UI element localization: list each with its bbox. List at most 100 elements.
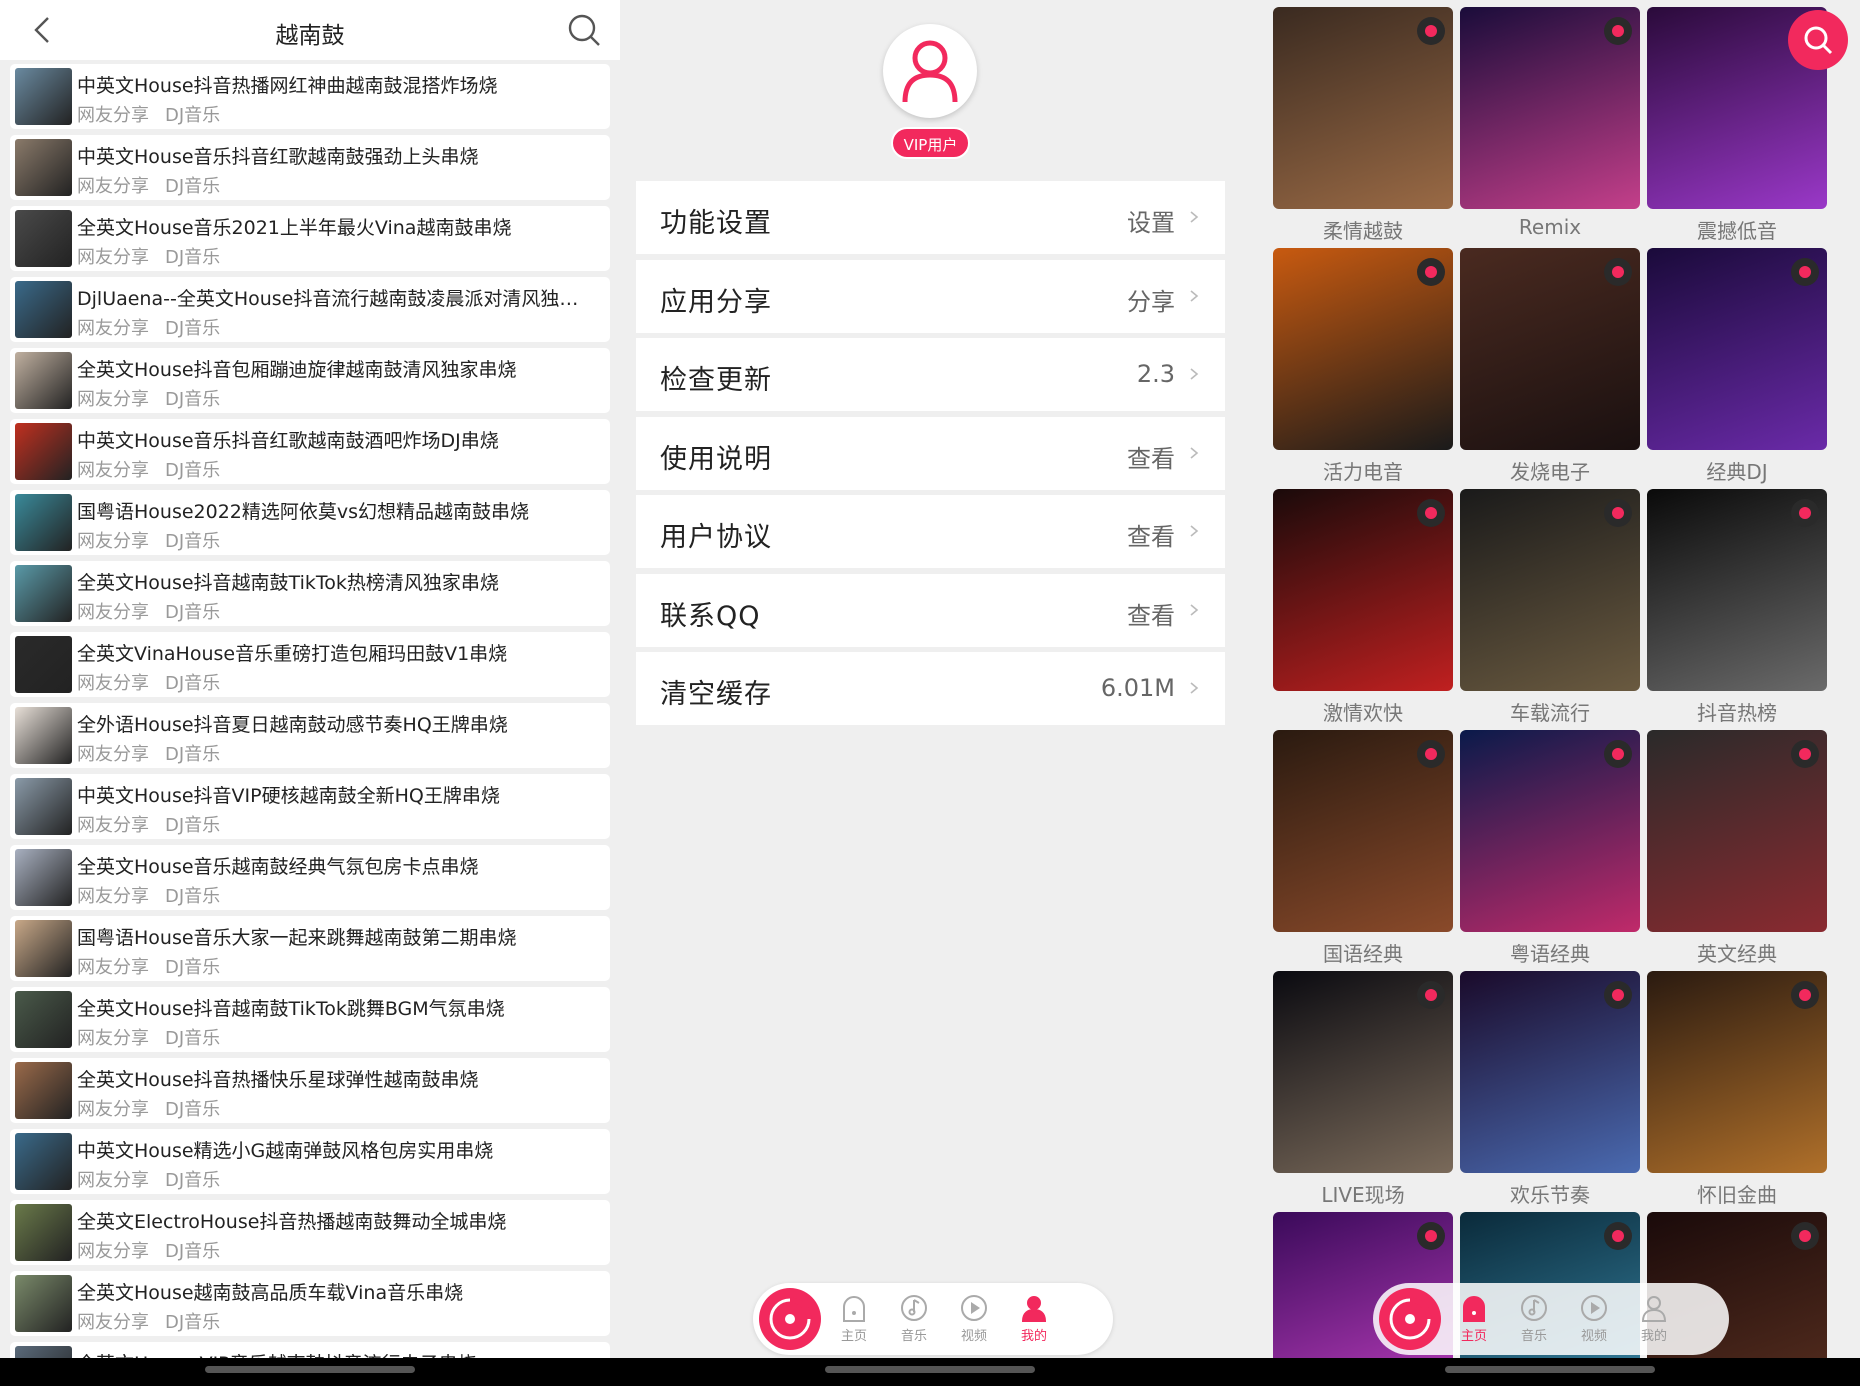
category-label: 柔情越鼓: [1323, 219, 1403, 243]
category-tile[interactable]: 欢乐节奏: [1460, 971, 1640, 1208]
floating-search-button[interactable]: [1788, 10, 1848, 70]
track-genre: DJ音乐: [165, 105, 221, 126]
track-title: 全英文House抖音包厢蹦迪旋律越南鼓清风独家串烧: [77, 359, 517, 381]
home-indicator: [1445, 1366, 1655, 1373]
track-thumbnail: [15, 352, 72, 409]
nav-item[interactable]: 主页: [829, 1293, 879, 1344]
nav-item[interactable]: 视频: [1569, 1293, 1619, 1344]
track-thumbnail: [15, 139, 72, 196]
category-tile[interactable]: Remix: [1460, 7, 1640, 239]
track-row[interactable]: 全英文ElectroHouse抖音热播越南鼓舞动全城串烧 网友分享 DJ音乐: [10, 1200, 610, 1265]
track-row[interactable]: 中英文House音乐抖音红歌越南鼓酒吧炸场DJ串烧 网友分享 DJ音乐: [10, 419, 610, 484]
bottom-nav: 主页 音乐 视频 我的: [1373, 1283, 1729, 1355]
search-icon: [1804, 26, 1833, 55]
track-row[interactable]: 中英文House精选小G越南弹鼓风格包房实用串烧网友分享 DJ音乐: [10, 1129, 610, 1194]
track-row[interactable]: 中英文House抖音VIP硬核越南鼓全新HQ王牌串烧 网友分享 DJ音乐: [10, 774, 610, 839]
track-row[interactable]: 全英文House抖音越南鼓TikTok热榜清风独家串烧 网友分享 DJ音乐: [10, 561, 610, 626]
category-cover: [1273, 7, 1453, 209]
menu-item[interactable]: 检查更新 2.3: [636, 338, 1225, 411]
track-title: 中英文House音乐抖音红歌越南鼓酒吧炸场DJ串烧: [77, 430, 499, 452]
menu-item-label: 联系QQ: [660, 600, 761, 632]
menu-item[interactable]: 联系QQ 查看: [636, 573, 1225, 647]
nav-item-label: 音乐: [900, 1329, 927, 1344]
track-row[interactable]: 全英文House越南鼓高品质车载Vina音乐串烧 网友分享 DJ音乐: [10, 1271, 610, 1336]
track-title: 中英文House精选小G越南弹鼓风格包房实用串烧: [77, 1140, 494, 1162]
track-title: 全英文House音乐越南鼓经典气氛包房卡点串烧: [77, 856, 479, 878]
category-tile[interactable]: 粤语经典: [1460, 730, 1640, 967]
category-label: 激情欢快: [1323, 701, 1403, 725]
track-row[interactable]: DjlUaena--全英文House抖音流行越南鼓凌晨派对清风独家串烧 网友分享 D…: [10, 277, 610, 342]
track-meta: 网友分享 DJ音乐: [77, 1166, 220, 1192]
track-thumbnail: [15, 494, 72, 551]
track-title: 全英文House VIP音乐越南鼓抖音流行电子串烧: [77, 1349, 596, 1358]
track-row[interactable]: 中英文House音乐抖音红歌越南鼓强劲上头串烧 网友分享 DJ音乐: [10, 135, 610, 200]
play-disc-button[interactable]: [759, 1288, 821, 1350]
record-icon: [1417, 740, 1445, 768]
category-tile[interactable]: 抖音热榜: [1647, 489, 1827, 726]
search-icon[interactable]: [566, 12, 602, 48]
menu-item-value: 分享: [1127, 287, 1175, 316]
track-row[interactable]: 全英文House抖音热播快乐星球弹性越南鼓串烧 网友分享 DJ音乐: [10, 1058, 610, 1123]
nav-item[interactable]: 我的: [1009, 1293, 1059, 1344]
category-tile[interactable]: LIVE现场: [1273, 971, 1453, 1208]
category-tile[interactable]: 激情欢快: [1273, 489, 1453, 726]
nav-item[interactable]: 音乐: [889, 1293, 939, 1344]
category-tile[interactable]: 柔情越鼓: [1273, 7, 1453, 244]
record-icon: [1791, 981, 1819, 1009]
track-genre: DJ音乐: [165, 531, 221, 552]
category-cover: [1273, 248, 1453, 450]
category-tile[interactable]: 怀旧金曲: [1647, 971, 1827, 1208]
record-icon: [1791, 499, 1819, 527]
menu-item-value: 查看: [1127, 444, 1175, 473]
track-row[interactable]: 全英文VinaHouse音乐重磅打造包厢玛田鼓V1串烧 网友分享 DJ音乐: [10, 632, 610, 697]
track-genre: DJ音乐: [165, 602, 221, 623]
track-row[interactable]: 全英文House抖音越南鼓TikTok跳舞BGM气氛串烧 网友分享 DJ音乐: [10, 987, 610, 1052]
category-label: 国语经典: [1323, 942, 1403, 966]
category-label: Remix: [1518, 215, 1582, 239]
menu-item[interactable]: 使用说明 查看: [636, 416, 1225, 490]
category-tile[interactable]: 发烧电子: [1460, 248, 1640, 485]
track-row[interactable]: 国粤语House2022精选阿依莫vs幻想精品越南鼓串烧 网友分享 DJ音乐: [10, 490, 610, 555]
track-list: 中英文House抖音热播网红神曲越南鼓混搭炸场烧 网友分享 DJ音乐 中英文House…: [0, 60, 620, 1358]
track-row[interactable]: 全英文House抖音包厢蹦迪旋律越南鼓清风独家串烧 网友分享 DJ音乐: [10, 348, 610, 413]
category-tile[interactable]: 经典DJ: [1647, 248, 1827, 485]
nav-item[interactable]: 视频: [949, 1293, 999, 1344]
nav-item[interactable]: 主页: [1449, 1293, 1499, 1344]
category-tile[interactable]: 英文经典: [1647, 730, 1827, 967]
track-genre: DJ音乐: [165, 1312, 221, 1333]
track-thumbnail: [15, 281, 72, 338]
profile-panel: VIP用户 功能设置 设置 应用分享 分享 检查更新 2.3 使用说明 查看 用户协议 查看 联系Q…: [620, 0, 1240, 1358]
track-row[interactable]: 中英文House抖音热播网红神曲越南鼓混搭炸场烧 网友分享 DJ音乐: [10, 64, 610, 129]
track-thumbnail: [15, 423, 72, 480]
category-label: 怀旧金曲: [1697, 1183, 1777, 1207]
track-title: 全英文House抖音越南鼓TikTok热榜清风独家串烧: [77, 572, 499, 594]
nav-item[interactable]: 音乐: [1509, 1293, 1559, 1344]
track-genre: DJ音乐: [165, 886, 221, 907]
track-genre: DJ音乐: [165, 1241, 221, 1262]
category-tile[interactable]: 车载流行: [1460, 489, 1640, 726]
track-title: 中英文House抖音VIP硬核越南鼓全新HQ王牌串烧: [77, 785, 500, 807]
track-source: 网友分享: [77, 1028, 149, 1049]
track-row[interactable]: 全外语House抖音夏日越南鼓动感节奏HQ王牌串烧 网友分享 DJ音乐: [10, 703, 610, 768]
play-disc-button[interactable]: [1379, 1288, 1441, 1350]
home-icon: [829, 1293, 879, 1323]
track-title: 国粤语House2022精选阿依莫vs幻想精品越南鼓串烧: [77, 501, 530, 523]
track-thumbnail: [15, 707, 72, 764]
track-row[interactable]: 国粤语House音乐大家一起来跳舞越南鼓第二期串烧 网友分享 DJ音乐: [10, 916, 610, 981]
category-tile[interactable]: 活力电音: [1273, 248, 1453, 485]
category-panel: 柔情越鼓 Remix 震撼低音 活力电音 发烧电子 经典DJ 激情欢快 车载流行 抖音热榜 国语经…: [1240, 0, 1860, 1358]
menu-item[interactable]: 应用分享 分享: [636, 259, 1225, 333]
home-icon: [1449, 1293, 1499, 1323]
category-tile[interactable]: 国语经典: [1273, 730, 1453, 967]
category-label: 抖音热榜: [1697, 701, 1777, 725]
track-thumbnail: [15, 849, 72, 906]
nav-item[interactable]: 我的: [1629, 1293, 1679, 1344]
track-row[interactable]: 全英文House VIP音乐越南鼓抖音流行电子串烧网友分享DJ音乐: [10, 1342, 610, 1358]
record-icon: [1604, 740, 1632, 768]
track-row[interactable]: 全英文House音乐2021上半年最火Vina越南鼓串烧 网友分享 DJ音乐: [10, 206, 610, 271]
menu-item[interactable]: 用户协议 查看: [636, 495, 1225, 568]
track-row[interactable]: 全英文House音乐越南鼓经典气氛包房卡点串烧 网友分享 DJ音乐: [10, 845, 610, 910]
menu-item[interactable]: 功能设置 设置: [636, 181, 1225, 254]
avatar[interactable]: [883, 24, 977, 118]
menu-item[interactable]: 清空缓存 6.01M: [636, 652, 1225, 725]
